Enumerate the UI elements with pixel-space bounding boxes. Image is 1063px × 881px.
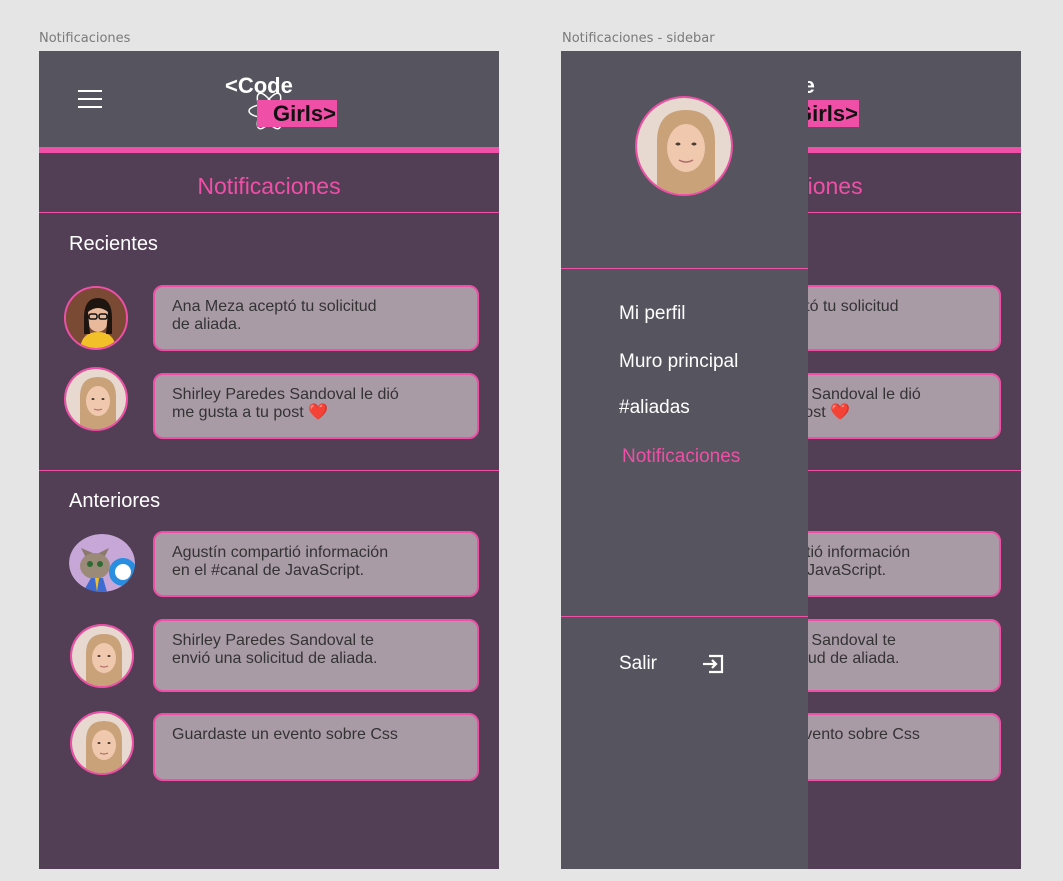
- avatar-cat[interactable]: [69, 534, 135, 592]
- codegirls-logo: <Code Girls>: [225, 73, 341, 137]
- blonde-woman-avatar-icon: [72, 713, 132, 773]
- sidebar-divider: [561, 616, 808, 617]
- notification-bubble[interactable]: Shirley Paredes Sandoval te envió una so…: [153, 619, 479, 692]
- avatar-woman-glasses[interactable]: [64, 286, 128, 350]
- header-accent-line: [39, 147, 499, 153]
- notification-bubble[interactable]: Agustín compartió información en el #can…: [153, 531, 479, 597]
- blonde-woman-avatar-icon: [72, 626, 132, 686]
- sidebar-item-muro-principal[interactable]: Muro principal: [619, 351, 738, 373]
- sidebar-divider: [561, 268, 808, 269]
- hamburger-icon[interactable]: [78, 90, 102, 108]
- sidebar-item-notificaciones[interactable]: Notificaciones: [622, 446, 740, 468]
- section-title-recent: Recientes: [69, 233, 158, 255]
- sidebar-menu: Mi perfil Muro principal #aliadas Notifi…: [561, 51, 808, 869]
- blonde-woman-avatar-icon: [637, 98, 731, 194]
- notification-bubble[interactable]: Guardaste un evento sobre Css: [153, 713, 479, 781]
- woman-glasses-avatar-icon: [66, 288, 126, 348]
- page-title: Notificaciones: [197, 173, 341, 199]
- logo-girls-text: Girls>: [273, 101, 336, 126]
- notification-bubble[interactable]: Shirley Paredes Sandoval le dió me gusta…: [153, 373, 479, 439]
- heart-icon: ❤️: [308, 404, 328, 421]
- title-divider: [39, 212, 499, 213]
- sidebar-item-mi-perfil[interactable]: Mi perfil: [619, 303, 686, 325]
- profile-avatar[interactable]: [635, 96, 733, 196]
- heart-icon: ❤️: [830, 404, 850, 421]
- avatar-blonde-woman[interactable]: [70, 711, 134, 775]
- blonde-woman-avatar-icon: [66, 369, 126, 429]
- notifications-screen: <Code Girls> Notificaciones Recientes An…: [39, 51, 499, 869]
- cat-avatar-icon: [69, 534, 135, 592]
- notification-text: Shirley Paredes Sandoval te envió una so…: [172, 632, 378, 667]
- logo-code-text: <Code: [225, 73, 293, 98]
- avatar-blonde-woman[interactable]: [70, 624, 134, 688]
- notifications-sidebar-screen: <Code Girls> Notificaciones Ana Meza ace…: [561, 51, 1021, 869]
- exit-icon[interactable]: [701, 651, 727, 677]
- notification-text: Agustín compartió información en el #can…: [172, 544, 389, 579]
- section-divider: [39, 470, 499, 471]
- sidebar-item-aliadas[interactable]: #aliadas: [619, 397, 690, 419]
- logout-button[interactable]: Salir: [619, 653, 657, 675]
- notification-text: Guardaste un evento sobre Css: [172, 726, 398, 743]
- frame-label-sidebar: Notificaciones - sidebar: [562, 31, 715, 46]
- notification-text: Ana Meza aceptó tu solicitud de aliada.: [172, 298, 377, 333]
- avatar-blonde-woman[interactable]: [64, 367, 128, 431]
- section-title-older: Anteriores: [69, 490, 161, 512]
- top-bar: <Code Girls>: [39, 51, 499, 147]
- frame-label-notifications: Notificaciones: [39, 31, 131, 46]
- notification-text: Shirley Paredes Sandoval le dió me gusta…: [172, 386, 399, 421]
- notification-bubble[interactable]: Ana Meza aceptó tu solicitud de aliada.: [153, 285, 479, 351]
